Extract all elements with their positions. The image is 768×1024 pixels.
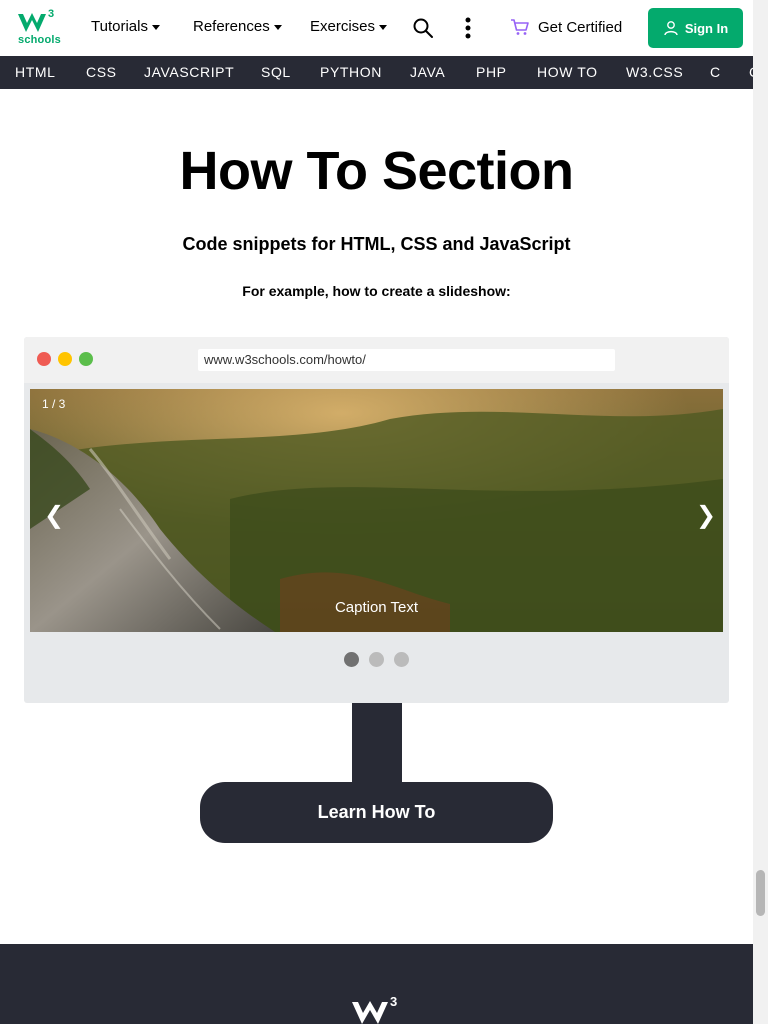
subnav-item-sql[interactable]: SQL: [261, 64, 291, 80]
window-minimize-dot: [58, 352, 72, 366]
svg-text:3: 3: [390, 994, 397, 1009]
slide-caption: Caption Text: [334, 599, 419, 616]
learn-how-to-button[interactable]: Learn How To: [200, 782, 553, 843]
page-title: How To Section: [179, 141, 575, 201]
slide-dot-1[interactable]: [344, 652, 359, 667]
caret-down-icon: [273, 24, 282, 30]
cart-icon: [511, 19, 529, 35]
caret-down-icon: [379, 24, 388, 30]
caret-down-icon: [151, 24, 160, 30]
exercises-menu[interactable]: Exercises: [310, 18, 388, 35]
subnav-item-w3css[interactable]: W3.CSS: [626, 64, 683, 80]
tutorials-menu-label: Tutorials: [91, 18, 148, 35]
scrollbar-thumb[interactable]: [756, 870, 765, 916]
get-certified-link[interactable]: Get Certified: [510, 17, 622, 37]
window-close-dot: [37, 352, 51, 366]
top-navbar: 3 schools Tutorials References Exercises: [0, 0, 753, 56]
browser-mockup: www.w3schools.com/howto/ 1 / 3 Caption T…: [24, 337, 729, 703]
landscape-image: [30, 389, 723, 632]
tutorials-menu[interactable]: Tutorials: [91, 18, 160, 35]
subject-navbar: HTML CSS JAVASCRIPT SQL PYTHON JAVA PHP …: [0, 56, 753, 89]
slide-counter: 1 / 3: [42, 397, 66, 411]
subnav-item-c[interactable]: C: [710, 64, 721, 80]
subnav-item-php[interactable]: PHP: [476, 64, 507, 80]
prev-slide-button[interactable]: ❮: [44, 501, 64, 530]
next-slide-button[interactable]: ❯: [696, 501, 716, 530]
subnav-item-javascript[interactable]: JAVASCRIPT: [144, 64, 234, 80]
subnav-item-css[interactable]: CSS: [86, 64, 117, 80]
exercises-menu-label: Exercises: [310, 18, 376, 35]
w3schools-logo[interactable]: 3 schools: [16, 6, 61, 48]
example-text: For example, how to create a slideshow:: [242, 283, 511, 299]
slide-dot-3[interactable]: [394, 652, 409, 667]
references-menu-label: References: [193, 18, 270, 35]
browser-toolbar: www.w3schools.com/howto/: [24, 337, 729, 383]
page-subtitle: Code snippets for HTML, CSS and JavaScri…: [182, 234, 571, 254]
window-maximize-dot: [79, 352, 93, 366]
monitor-stand: [352, 703, 402, 785]
svg-text:3: 3: [48, 8, 54, 20]
more-options-button[interactable]: [460, 16, 476, 40]
page-scrollbar[interactable]: [753, 0, 768, 1024]
references-menu[interactable]: References: [193, 18, 282, 35]
sign-in-label: Sign In: [684, 20, 729, 36]
search-button[interactable]: [412, 17, 434, 39]
w3-logo-icon: 3: [352, 994, 397, 1024]
more-vertical-icon: [465, 17, 471, 39]
get-certified-label: Get Certified: [538, 18, 623, 36]
subnav-item-python[interactable]: PYTHON: [320, 64, 382, 80]
subnav-item-howto[interactable]: HOW TO: [537, 64, 598, 80]
footer: 3: [0, 944, 753, 1024]
slideshow-image: 1 / 3 Caption Text ❮ ❯: [30, 389, 723, 632]
subnav-item-java[interactable]: JAVA: [410, 64, 445, 80]
sign-in-button[interactable]: Sign In: [648, 8, 743, 48]
slide-dot-2[interactable]: [369, 652, 384, 667]
user-icon: [664, 21, 678, 36]
url-bar: www.w3schools.com/howto/: [198, 349, 615, 371]
w3-logo-icon: 3: [18, 8, 54, 32]
search-icon: [413, 18, 433, 38]
logo-wordmark: schools: [18, 34, 61, 46]
slide-dots: [24, 652, 729, 667]
subnav-item-html[interactable]: HTML: [15, 64, 56, 80]
